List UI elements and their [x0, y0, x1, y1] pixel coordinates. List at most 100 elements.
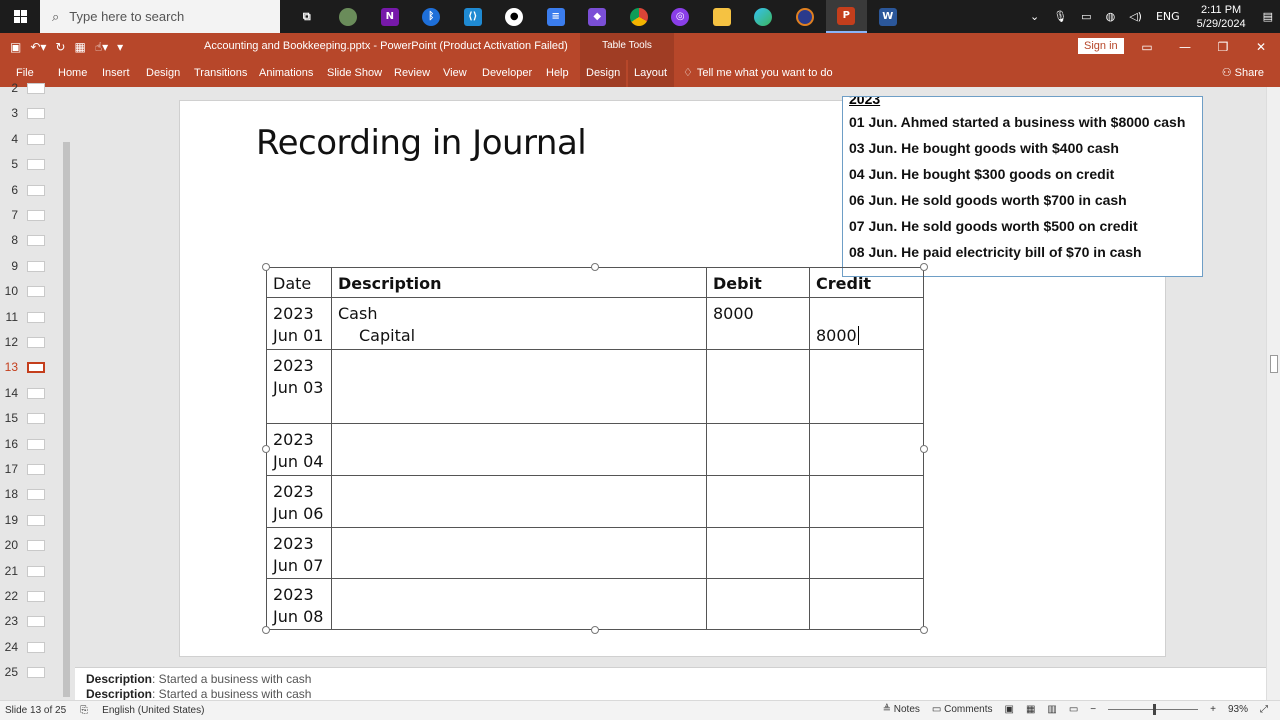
credit-cell[interactable] — [810, 350, 923, 423]
slide-thumbnail[interactable]: 4 — [0, 132, 60, 148]
description-cell[interactable] — [332, 350, 707, 423]
slide-thumbnail[interactable]: 23 — [0, 614, 60, 630]
tab-view[interactable]: View — [437, 60, 473, 87]
word-icon[interactable]: W — [867, 0, 909, 33]
redo-icon[interactable]: ↻ — [55, 40, 65, 54]
description-cell[interactable] — [332, 424, 707, 475]
slide-thumbnail-image[interactable] — [27, 108, 45, 120]
header-description[interactable]: Description — [332, 268, 707, 297]
slide-show-icon[interactable]: ▭ — [1069, 704, 1078, 715]
slide-thumbnail[interactable]: 2 — [0, 81, 60, 97]
edge-icon[interactable] — [743, 0, 785, 33]
date-cell[interactable]: 2023 Jun 01 — [267, 298, 332, 349]
journal-table[interactable]: Date Description Debit Credit 2023 Jun 01… — [266, 267, 924, 630]
slide-thumbnail-image[interactable] — [27, 210, 45, 221]
slide-thumbnail-image[interactable] — [27, 489, 45, 501]
slide-thumbnail[interactable]: 17 — [0, 462, 60, 478]
credit-cell[interactable]: 8000 — [810, 298, 923, 349]
thumbnail-scroll-thumb[interactable] — [63, 142, 70, 697]
sign-in-button[interactable]: Sign in — [1078, 38, 1124, 54]
slide-thumbnail-image[interactable] — [27, 260, 45, 272]
debit-cell[interactable]: 8000 — [707, 298, 810, 349]
task-view-icon[interactable]: ⧉ — [286, 0, 328, 33]
undo-icon[interactable]: ↶▾ — [30, 40, 46, 54]
app-icon[interactable]: ◎ — [660, 0, 702, 33]
volume-icon[interactable]: ◁) — [1122, 10, 1149, 23]
tab-review[interactable]: Review — [388, 60, 436, 87]
header-date[interactable]: Date — [267, 268, 332, 297]
start-from-beginning-icon[interactable]: ▦ — [74, 40, 85, 54]
slide-thumbnail[interactable]: 13 — [0, 360, 60, 376]
date-cell[interactable]: 2023 Jun 04 — [267, 424, 332, 475]
zoom-slider[interactable] — [1108, 704, 1199, 715]
language-indicator[interactable]: ENG — [1149, 10, 1187, 23]
credit-cell[interactable] — [810, 528, 923, 578]
file-explorer-icon[interactable] — [701, 0, 743, 33]
globe-icon[interactable]: ◍ — [1099, 10, 1123, 23]
slide-thumbnail-image[interactable] — [27, 133, 45, 145]
slide-thumbnail-image[interactable] — [27, 514, 45, 526]
slide-scrollbar[interactable] — [1266, 87, 1280, 700]
slide-thumbnail-image[interactable] — [27, 311, 45, 323]
resize-handle[interactable] — [262, 445, 270, 453]
ribbon-display-options-icon[interactable]: ▭ — [1128, 40, 1166, 54]
debit-cell[interactable] — [707, 528, 810, 578]
slide-thumbnail-image[interactable] — [27, 235, 45, 247]
slide-thumbnail[interactable]: 15 — [0, 411, 60, 427]
slide-thumbnail-image[interactable] — [27, 591, 45, 602]
github-icon[interactable]: ● — [494, 0, 536, 33]
slide-thumbnail-image[interactable] — [27, 159, 45, 171]
header-debit[interactable]: Debit — [707, 268, 810, 297]
google-docs-icon[interactable]: ≡ — [535, 0, 577, 33]
slide-thumbnail[interactable]: 11 — [0, 310, 60, 326]
thumbnail-scrollbar[interactable] — [61, 87, 73, 700]
zoom-level[interactable]: 93% — [1228, 704, 1248, 715]
slide-thumbnail-image[interactable] — [27, 540, 45, 552]
slide-canvas[interactable]: Recording in Journal 2023 01 Jun. Ahmed … — [179, 96, 1203, 657]
notification-icon[interactable]: ▤ — [1256, 10, 1280, 23]
tab-developer[interactable]: Developer — [476, 60, 538, 87]
vscode-icon[interactable]: ⟨⟩ — [452, 0, 494, 33]
zoom-slider-thumb[interactable] — [1153, 704, 1157, 715]
slide-thumbnail-image[interactable] — [27, 616, 45, 628]
resize-handle[interactable] — [591, 263, 599, 271]
description-cell[interactable] — [332, 476, 707, 527]
credit-cell[interactable] — [810, 476, 923, 527]
battery-icon[interactable]: ▭ — [1074, 10, 1098, 23]
slide-thumbnail[interactable]: 19 — [0, 513, 60, 529]
accessibility-icon[interactable]: ⎘ — [80, 705, 88, 716]
date-cell[interactable]: 2023 Jun 06 — [267, 476, 332, 527]
description-cell[interactable]: Cash Capital — [332, 298, 707, 349]
copilot-icon[interactable] — [328, 0, 370, 33]
slide-thumbnail-image[interactable] — [27, 565, 45, 577]
slide-thumbnail[interactable]: 6 — [0, 183, 60, 199]
slide-thumbnail[interactable]: 16 — [0, 437, 60, 453]
slide-thumbnail-image[interactable] — [27, 387, 45, 399]
tab-slide-show[interactable]: Slide Show — [321, 60, 388, 87]
customize-qat-icon[interactable]: ▾ — [117, 40, 123, 54]
normal-view-icon[interactable]: ▣ — [1004, 704, 1013, 715]
date-cell[interactable]: 2023 Jun 07 — [267, 528, 332, 578]
slide-thumbnail-image[interactable] — [27, 413, 45, 425]
notes-pane[interactable]: Description: Started a business with cas… — [75, 667, 1266, 701]
description-cell[interactable] — [332, 528, 707, 578]
resize-handle[interactable] — [262, 263, 270, 271]
resize-handle[interactable] — [591, 626, 599, 634]
slide-thumbnail-image[interactable] — [27, 362, 45, 374]
microphone-icon[interactable]: 🎙 — [1046, 10, 1074, 23]
zoom-in-icon[interactable]: + — [1210, 704, 1216, 715]
description-cell[interactable] — [332, 579, 707, 629]
debit-cell[interactable] — [707, 476, 810, 527]
transactions-textbox[interactable]: 2023 01 Jun. Ahmed started a business wi… — [842, 96, 1203, 277]
restore-icon[interactable]: ❐ — [1204, 40, 1242, 54]
resize-handle[interactable] — [920, 626, 928, 634]
comments-toggle[interactable]: ▭ Comments — [932, 704, 993, 715]
slide-thumbnail[interactable]: 18 — [0, 487, 60, 503]
save-icon[interactable]: ▣ — [10, 40, 21, 54]
slide-thumbnail-image[interactable] — [27, 184, 45, 196]
debit-cell[interactable] — [707, 424, 810, 475]
resize-handle[interactable] — [920, 445, 928, 453]
slide-thumbnail[interactable]: 24 — [0, 640, 60, 656]
tab-table-layout[interactable]: Layout — [628, 60, 674, 87]
credit-cell[interactable] — [810, 579, 923, 629]
